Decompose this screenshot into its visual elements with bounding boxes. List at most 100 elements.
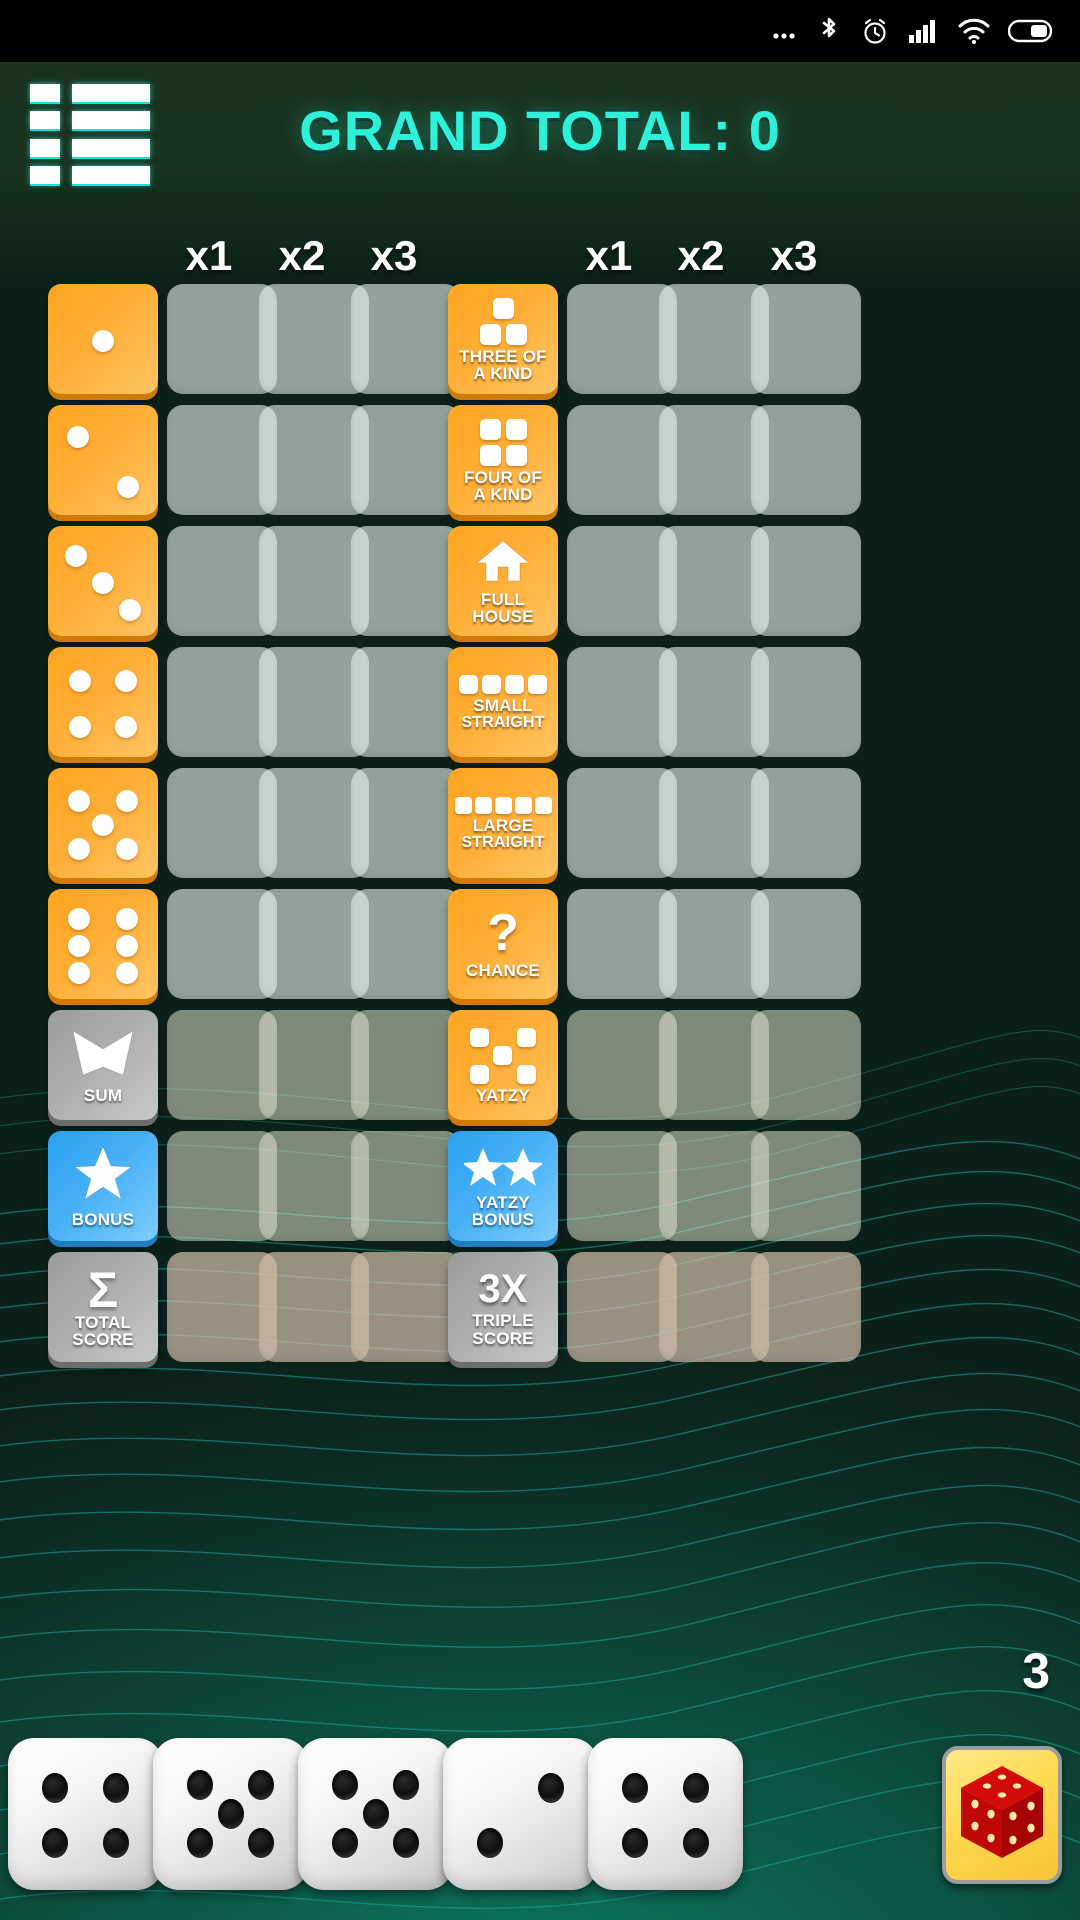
score-cell-fives-x3[interactable] bbox=[351, 768, 461, 878]
category-total-score: Σ TOTAL SCORE bbox=[48, 1252, 158, 1362]
total-score-cell-x3 bbox=[351, 1252, 461, 1362]
category-three-of-a-kind[interactable]: THREE OF A KIND bbox=[448, 284, 558, 394]
category-label-line2: HOUSE bbox=[472, 607, 534, 626]
category-label-line2: SCORE bbox=[472, 1328, 534, 1348]
score-cell-threes-x3[interactable] bbox=[351, 526, 461, 636]
category-small-straight[interactable]: SMALL STRAIGHT bbox=[448, 647, 558, 757]
category-label-line1: LARGE bbox=[472, 816, 534, 836]
battery-icon bbox=[1008, 18, 1054, 44]
status-bar bbox=[0, 0, 1080, 62]
roll-dice-button[interactable] bbox=[942, 1746, 1062, 1884]
triple-score-cell-x3 bbox=[751, 1252, 861, 1362]
score-cell-small-straight-x3[interactable] bbox=[751, 647, 861, 757]
score-cell-fours-x3[interactable] bbox=[351, 647, 461, 757]
dice-tray: 3 bbox=[0, 1643, 1080, 1920]
table-row: Σ TOTAL SCORE 3X TRIPLE SCORE bbox=[0, 1252, 1080, 1373]
table-row: ? CHANCE bbox=[0, 889, 1080, 1010]
yatzy-bonus-cell-x3 bbox=[751, 1131, 861, 1241]
category-four-of-a-kind[interactable]: FOUR OF A KIND bbox=[448, 405, 558, 515]
die-slot-1[interactable] bbox=[8, 1738, 163, 1890]
category-label-line2: A KIND bbox=[473, 485, 533, 504]
double-star-icon bbox=[462, 1146, 544, 1191]
score-grid: THREE OF A KIND FOUR OF A KIND FULL HOUS… bbox=[0, 284, 1080, 1373]
page-title: GRAND TOTAL: 0 bbox=[299, 99, 781, 162]
table-row: FULL HOUSE bbox=[0, 526, 1080, 647]
die-4-icon bbox=[48, 649, 158, 757]
category-full-house[interactable]: FULL HOUSE bbox=[448, 526, 558, 636]
five-dice-pattern-icon bbox=[470, 1027, 536, 1084]
category-label-line1: TOTAL bbox=[74, 1312, 132, 1332]
sigma-icon: Σ bbox=[87, 1261, 118, 1318]
category-label-line2: A KIND bbox=[473, 364, 533, 383]
die-1-icon bbox=[48, 286, 158, 394]
die-slot-4[interactable] bbox=[443, 1738, 598, 1890]
score-cell-yatzy-x3[interactable] bbox=[751, 1010, 861, 1120]
die-slot-3[interactable] bbox=[298, 1738, 453, 1890]
bluetooth-icon bbox=[816, 14, 842, 48]
die-2-icon bbox=[48, 407, 158, 515]
category-ones[interactable] bbox=[48, 284, 158, 394]
die-slot-2[interactable] bbox=[153, 1738, 308, 1890]
column-header-x3-right: x3 bbox=[770, 232, 818, 279]
score-cell-twos-x3[interactable] bbox=[351, 405, 461, 515]
star-icon bbox=[72, 1145, 134, 1208]
category-label: BONUS bbox=[71, 1210, 135, 1230]
category-label-line1: YATZY bbox=[476, 1085, 530, 1105]
category-label-line1: THREE OF bbox=[459, 346, 547, 366]
category-yatzy[interactable]: YATZY bbox=[448, 1010, 558, 1120]
score-cell-large-straight-x3[interactable] bbox=[751, 768, 861, 878]
category-sum: SUM bbox=[48, 1010, 158, 1120]
category-label-line1: YATZY bbox=[476, 1192, 530, 1212]
question-mark-icon: ? bbox=[487, 904, 519, 963]
category-label-line2: BONUS bbox=[471, 1210, 535, 1229]
table-row: THREE OF A KIND bbox=[0, 284, 1080, 405]
category-fives[interactable] bbox=[48, 768, 158, 878]
category-yatzy-bonus: YATZY BONUS bbox=[448, 1131, 558, 1241]
column-header-x3-left: x3 bbox=[370, 232, 418, 279]
app-header: GRAND TOTAL: 0 bbox=[0, 62, 1080, 232]
bonus-cell-x3 bbox=[351, 1131, 461, 1241]
category-label-line2: STRAIGHT bbox=[461, 713, 545, 731]
cellular-signal-icon bbox=[908, 17, 940, 45]
category-label: SUM bbox=[83, 1086, 123, 1106]
four-squares-icon bbox=[479, 418, 527, 466]
sum-cell-x3 bbox=[351, 1010, 461, 1120]
category-fours[interactable] bbox=[48, 647, 158, 757]
score-cell-chance-x3[interactable] bbox=[751, 889, 861, 999]
score-cell-ones-x3[interactable] bbox=[351, 284, 461, 394]
category-label-line1: FULL bbox=[480, 589, 526, 609]
die-5-icon bbox=[48, 770, 158, 878]
score-cell-full-house-x3[interactable] bbox=[751, 526, 861, 636]
score-cell-sixes-x3[interactable] bbox=[351, 889, 461, 999]
category-label-line1: SMALL bbox=[473, 696, 533, 716]
score-cell-three-of-a-kind-x3[interactable] bbox=[751, 284, 861, 394]
die-6-icon bbox=[48, 891, 158, 999]
category-large-straight[interactable]: LARGE STRAIGHT bbox=[448, 768, 558, 878]
category-threes[interactable] bbox=[48, 526, 158, 636]
rolls-remaining-counter: 3 bbox=[1022, 1643, 1050, 1699]
3x-text-icon: 3X bbox=[478, 1267, 528, 1312]
house-icon bbox=[475, 539, 531, 588]
three-squares-icon bbox=[479, 297, 527, 345]
category-sixes[interactable] bbox=[48, 889, 158, 999]
category-label-line2: STRAIGHT bbox=[461, 833, 545, 851]
table-row: SMALL STRAIGHT bbox=[0, 647, 1080, 768]
four-in-row-icon bbox=[459, 675, 547, 695]
table-row: LARGE STRAIGHT bbox=[0, 768, 1080, 889]
category-label-line2: SCORE bbox=[72, 1330, 134, 1349]
category-label-line1: TRIPLE bbox=[472, 1311, 534, 1331]
category-triple-score: 3X TRIPLE SCORE bbox=[448, 1252, 558, 1362]
category-bonus: BONUS bbox=[48, 1131, 158, 1241]
more-dots-icon bbox=[769, 16, 799, 46]
alarm-clock-icon bbox=[859, 15, 891, 47]
category-label-line1: CHANCE bbox=[466, 961, 540, 981]
category-chance[interactable]: ? CHANCE bbox=[448, 889, 558, 999]
category-label-line1: FOUR OF bbox=[464, 467, 542, 487]
die-slot-5[interactable] bbox=[588, 1738, 743, 1890]
chevron-down-icon bbox=[71, 1027, 135, 1084]
five-in-row-icon bbox=[454, 797, 552, 815]
die-3-icon bbox=[48, 528, 158, 636]
table-row: SUM YATZY bbox=[0, 1010, 1080, 1131]
score-cell-four-of-a-kind-x3[interactable] bbox=[751, 405, 861, 515]
category-twos[interactable] bbox=[48, 405, 158, 515]
